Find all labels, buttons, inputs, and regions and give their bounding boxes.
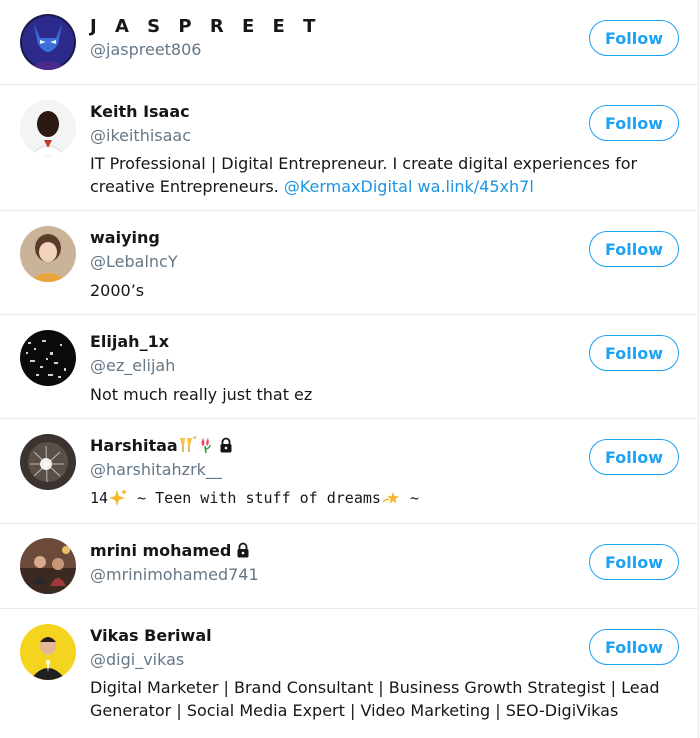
avatar[interactable] [20, 538, 76, 594]
follow-button[interactable]: Follow [589, 105, 679, 141]
bio-url-link[interactable]: wa.link/45xh7l [418, 177, 534, 196]
cheers-icon [178, 435, 198, 458]
follow-button[interactable]: Follow [589, 439, 679, 475]
user-bio: IT Professional | Digital Entrepreneur. … [90, 152, 690, 198]
user-name: Elijah_1x [90, 332, 170, 351]
avatar[interactable] [20, 226, 76, 282]
bio-mention-link[interactable]: @KermaxDigital [284, 177, 413, 196]
bio-suffix: ~ [400, 489, 419, 507]
user-handle: @LebalncY [90, 252, 178, 271]
follow-button[interactable]: Follow [589, 335, 679, 371]
user-handle: @digi_vikas [90, 650, 185, 669]
follow-button[interactable]: Follow [589, 544, 679, 580]
user-name: Vikas Beriwal [90, 626, 212, 645]
tulip-icon [198, 436, 214, 458]
list-item[interactable]: Elijah_1x @ez_elijah Follow Not much rea… [0, 315, 699, 419]
user-name: Harshitaa [90, 436, 178, 455]
follow-button[interactable]: Follow [589, 231, 679, 267]
user-name-with-icons: mrini mohamed [90, 541, 251, 560]
avatar[interactable] [20, 330, 76, 386]
user-name: Keith Isaac [90, 102, 190, 121]
list-item[interactable]: Keith Isaac @ikeithisaac Follow IT Profe… [0, 85, 699, 211]
list-item[interactable]: Vikas Beriwal @digi_vikas Follow Digital… [0, 609, 699, 738]
lock-icon [235, 542, 251, 558]
user-name: mrini mohamed [90, 541, 232, 560]
lock-icon [218, 437, 234, 453]
user-handle: @jaspreet806 [90, 40, 202, 59]
sparkles-icon [108, 488, 128, 513]
list-item[interactable]: Harshitaa @harshitahzrk__ Follow 14 ~ Te… [0, 419, 699, 524]
follow-button[interactable]: Follow [589, 20, 679, 56]
user-bio: 14 ~ Teen with stuff of dreams ~ [90, 487, 690, 513]
user-handle: @harshitahzrk__ [90, 460, 222, 479]
user-name: waiying [90, 228, 160, 247]
user-bio: 2000’s [90, 281, 145, 300]
bio-prefix: 14 [90, 489, 109, 507]
user-bio: Digital Marketer | Brand Consultant | Bu… [90, 678, 660, 720]
avatar[interactable] [20, 100, 76, 156]
bio-text: ~ Teen with stuff of dreams [128, 489, 381, 507]
user-name: J A S P R E E T [90, 16, 322, 37]
list-item[interactable]: mrini mohamed @mrinimohamed741 Follow [0, 524, 699, 609]
user-handle: @ez_elijah [90, 356, 176, 375]
avatar[interactable] [20, 624, 76, 680]
avatar[interactable] [20, 434, 76, 490]
list-item[interactable]: waiying @LebalncY Follow 2000’s [0, 211, 699, 315]
avatar[interactable] [20, 14, 76, 70]
dizzy-star-icon [381, 488, 401, 513]
user-handle: @mrinimohamed741 [90, 565, 259, 584]
user-handle: @ikeithisaac [90, 126, 192, 145]
follow-button[interactable]: Follow [589, 629, 679, 665]
user-name-with-icons: Harshitaa [90, 435, 234, 458]
user-bio: Not much really just that ez [90, 385, 313, 404]
list-item[interactable]: J A S P R E E T @jaspreet806 Follow [0, 0, 699, 85]
